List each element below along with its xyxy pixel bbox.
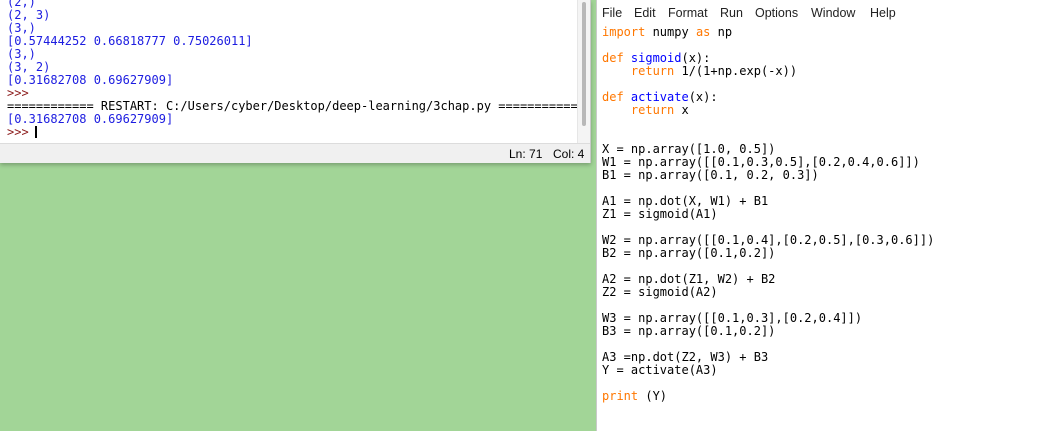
code-text: (x):	[688, 90, 718, 104]
shell-scrollbar[interactable]	[577, 0, 590, 143]
code-keyword: import	[602, 25, 653, 39]
code-text: A3 =np.dot(Z2, W3) + B3	[602, 350, 769, 364]
code-line: return x	[602, 104, 1038, 117]
status-line-number: Ln: 71	[509, 147, 543, 161]
code-text: A1 = np.dot(X, W1) + B1	[602, 194, 769, 208]
editor-window: File Edit Format Run Options Window Help impor…	[596, 0, 1039, 431]
code-line: return 1/(1+np.exp(-x))	[602, 65, 1038, 78]
code-keyword: print	[602, 389, 646, 403]
code-text: (Y)	[645, 389, 668, 403]
menu-run[interactable]: Run	[720, 6, 743, 20]
shell-line: (2, 3)	[7, 8, 51, 22]
text-cursor	[34, 126, 37, 138]
code-text: np	[717, 25, 733, 39]
menu-options[interactable]: Options	[755, 6, 798, 20]
code-text: (x):	[681, 51, 711, 65]
code-line: B1 = np.array([0.1, 0.2, 0.3])	[602, 169, 1038, 182]
status-column-number: Col: 4	[553, 147, 585, 161]
code-text: Z1 = sigmoid(A1)	[602, 207, 718, 221]
code-line: print (Y)	[602, 390, 1038, 403]
menu-window[interactable]: Window	[811, 6, 855, 20]
code-keyword: def	[602, 90, 631, 104]
menu-format[interactable]: Format	[668, 6, 708, 20]
code-line: Z1 = sigmoid(A1)	[602, 208, 1038, 221]
code-keyword: as	[695, 25, 718, 39]
code-line: B3 = np.array([0.1,0.2])	[602, 325, 1038, 338]
editor-menu-bar: File Edit Format Run Options Window Help	[597, 0, 1039, 25]
code-keyword: return	[630, 103, 682, 117]
code-text: 1/(1+np.exp(-x))	[681, 64, 798, 78]
code-text: Z2 = sigmoid(A2)	[602, 285, 718, 299]
shell-line: [0.31682708 0.69627909]	[7, 73, 174, 87]
menu-help[interactable]: Help	[870, 6, 896, 20]
shell-line: (2,)	[7, 0, 36, 9]
menu-edit[interactable]: Edit	[634, 6, 656, 20]
code-text: B3 = np.array([0.1,0.2])	[602, 324, 776, 338]
code-line: import numpy as np	[602, 26, 1038, 39]
code-text: W3 = np.array([[0.1,0.3],[0.2,0.4]])	[602, 311, 863, 325]
shell-status-bar: Ln: 71 Col: 4	[0, 143, 590, 163]
code-text: x	[681, 103, 689, 117]
shell-prompt-line[interactable]: >>>	[7, 126, 577, 139]
code-text: W1 = np.array([[0.1,0.3,0.5],[0.2,0.4,0.…	[602, 155, 920, 169]
code-function-name: activate	[630, 90, 689, 104]
code-text: B2 = np.array([0.1,0.2])	[602, 246, 776, 260]
shell-prompt: >>>	[7, 125, 29, 139]
code-editor-text[interactable]: import numpy as np def sigmoid(x): retur…	[602, 26, 1038, 403]
code-text: X = np.array([1.0, 0.5])	[602, 142, 776, 156]
python-shell-window: (2,) (2, 3) (3,) [0.57444252 0.66818777 0.7…	[0, 0, 591, 163]
code-keyword: def	[602, 51, 631, 65]
menu-file[interactable]: File	[602, 6, 622, 20]
code-text: numpy	[652, 25, 696, 39]
shell-output[interactable]: (2,) (2, 3) (3,) [0.57444252 0.66818777 0.7…	[7, 0, 585, 139]
code-text: B1 = np.array([0.1, 0.2, 0.3])	[602, 168, 819, 182]
code-text: W2 = np.array([[0.1,0.4],[0.2,0.5],[0.3,…	[602, 233, 935, 247]
code-keyword: return	[630, 64, 682, 78]
shell-line: [0.31682708 0.69627909]	[7, 112, 174, 126]
shell-line: (3,)	[7, 47, 36, 61]
code-line: Z2 = sigmoid(A2)	[602, 286, 1038, 299]
code-line: B2 = np.array([0.1,0.2])	[602, 247, 1038, 260]
code-function-name: sigmoid	[630, 51, 682, 65]
code-line: Y = activate(A3)	[602, 364, 1038, 377]
shell-line: [0.57444252 0.66818777 0.75026011]	[7, 34, 253, 48]
code-text: Y = activate(A3)	[602, 363, 718, 377]
shell-scrollbar-thumb[interactable]	[582, 2, 586, 126]
code-text: A2 = np.dot(Z1, W2) + B2	[602, 272, 776, 286]
